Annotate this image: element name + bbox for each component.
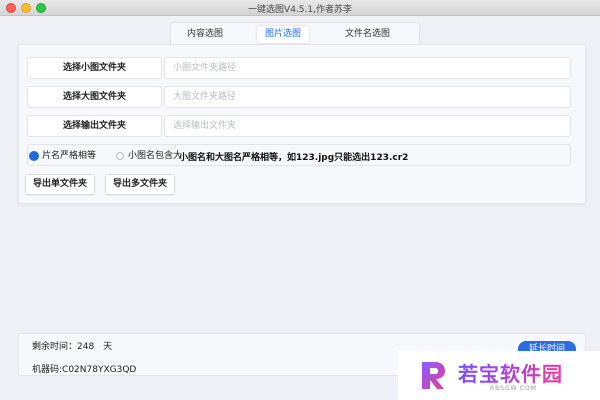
match-mode-group: 片名严格相等 小图名包含大 小图名和大图名严格相等，如123.jpg只能选出12… — [27, 144, 571, 166]
image-select-panel: 选择小图文件夹 小图文件夹路径 选择大图文件夹 大图文件夹路径 选择输出文件夹 … — [18, 44, 586, 204]
small-folder-path-input[interactable]: 小图文件夹路径 — [164, 57, 571, 79]
window-title: 一键选图V4.5.1,作者苏李 — [248, 5, 352, 15]
large-folder-path-input[interactable]: 大图文件夹路径 — [164, 86, 571, 108]
radio-strict-equal[interactable]: 片名严格相等 — [30, 151, 96, 161]
tab-filename-select[interactable]: 文件名选图 — [337, 26, 398, 43]
select-large-folder-button[interactable]: 选择大图文件夹 — [27, 86, 162, 108]
watermark-subtext: RBSGW.COM — [490, 385, 537, 392]
watermark: 若宝软件园 RBSGW.COM — [398, 351, 600, 400]
watermark-text: 若宝软件园 — [458, 358, 563, 387]
export-multi-folder-button[interactable]: 导出多文件夹 — [105, 174, 176, 195]
title-bar: 一键选图V4.5.1,作者苏李 — [0, 0, 600, 16]
tab-content-select[interactable]: 内容选图 — [179, 26, 231, 43]
export-single-folder-button[interactable]: 导出单文件夹 — [25, 174, 96, 195]
watermark-logo-icon — [422, 362, 445, 389]
select-output-folder-button[interactable]: 选择输出文件夹 — [27, 115, 162, 137]
tab-bar: 内容选图 图片选图 文件名选图 — [170, 22, 420, 44]
output-folder-path-input[interactable]: 选择输出文件夹 — [164, 115, 571, 137]
radio-small-contains-large[interactable]: 小图名包含大 — [116, 151, 182, 161]
match-mode-hint: 小图名和大图名严格相等，如123.jpg只能选出123.cr2 — [179, 153, 409, 163]
remaining-time-label: 剩余时间：248 天 — [32, 342, 113, 352]
radio-selected-icon — [30, 152, 38, 160]
radio-strict-equal-label: 片名严格相等 — [42, 151, 97, 161]
machine-code-label: 机器码:C02N78YXG3QD — [32, 365, 137, 375]
tab-image-select[interactable]: 图片选图 — [257, 26, 310, 43]
select-small-folder-button[interactable]: 选择小图文件夹 — [27, 57, 162, 79]
radio-unselected-icon — [116, 152, 124, 160]
radio-small-contains-large-label: 小图名包含大 — [128, 151, 183, 161]
